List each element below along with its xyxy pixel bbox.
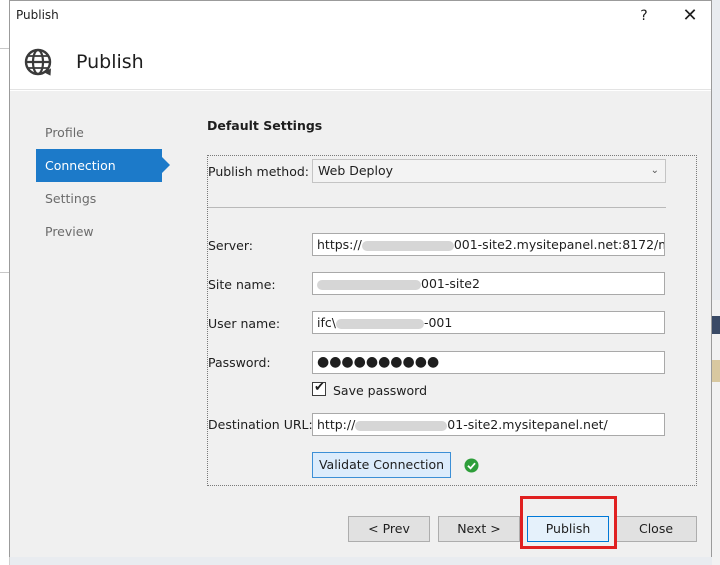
connection-settings-group: Publish method: Web Deploy ⌄ Server: htt… [207, 155, 697, 486]
dialog-body: Profile Connection Settings Preview Defa… [10, 91, 711, 557]
publish-dialog: Publish ? ✕ Publish Profile Connection S… [9, 0, 712, 557]
checkmark-icon: ✔ [314, 380, 325, 395]
close-icon: ✕ [682, 5, 698, 26]
redacted-text [361, 240, 454, 251]
close-window-button[interactable]: ✕ [678, 5, 702, 27]
divider [208, 207, 666, 208]
validate-connection-button[interactable]: Validate Connection [312, 452, 451, 478]
user-name-prefix: ifc\ [317, 315, 336, 330]
site-name-suffix: 001-site2 [421, 276, 480, 291]
save-password-label[interactable]: Save password [333, 383, 427, 398]
window-title: Publish [16, 8, 59, 22]
redacted-text [355, 420, 448, 431]
section-title: Default Settings [207, 118, 323, 133]
server-input[interactable]: https:// 001-site2.mysitepanel.net:8172/m… [312, 233, 665, 256]
background-fragment [712, 316, 720, 334]
site-name-label: Site name: [208, 277, 276, 292]
background-fragment [712, 360, 720, 382]
prev-button[interactable]: < Prev [348, 516, 430, 542]
redacted-text [317, 279, 421, 290]
success-check-icon [464, 458, 479, 473]
help-button[interactable]: ? [632, 5, 656, 27]
destination-url-input[interactable]: http:// 01-site2.mysitepanel.net/ [312, 413, 665, 436]
dialog-header: Publish [10, 32, 711, 90]
title-bar: Publish ? ✕ [10, 1, 711, 32]
password-value: ●●●●●●●●●● [317, 354, 440, 370]
globe-icon [24, 48, 52, 76]
password-field[interactable]: ●●●●●●●●●● [312, 351, 665, 374]
server-label: Server: [208, 238, 253, 253]
nav-item-label: Connection [45, 158, 116, 173]
page-title: Publish [76, 51, 144, 73]
nav-item-settings[interactable]: Settings [36, 182, 176, 215]
publish-method-value: Web Deploy [318, 163, 393, 178]
nav-item-label: Preview [45, 224, 94, 239]
chevron-down-icon: ⌄ [650, 165, 659, 176]
wizard-nav: Profile Connection Settings Preview [36, 116, 176, 248]
user-name-input[interactable]: ifc\ -001 [312, 311, 665, 334]
publish-method-label: Publish method: [208, 164, 310, 179]
server-prefix: https:// [317, 237, 362, 252]
destination-url-suffix: 01-site2.mysitepanel.net/ [447, 417, 608, 432]
server-suffix: 001-site2.mysitepanel.net:8172/msdep [453, 237, 664, 252]
site-name-input[interactable]: 001-site2 [312, 272, 665, 295]
publish-button[interactable]: Publish [527, 516, 609, 542]
background-window-right [712, 300, 720, 565]
redacted-text [335, 318, 424, 329]
user-name-label: User name: [208, 316, 281, 331]
nav-item-label: Profile [45, 125, 84, 140]
close-button[interactable]: Close [615, 516, 697, 542]
publish-method-select[interactable]: Web Deploy ⌄ [312, 159, 666, 183]
nav-item-profile[interactable]: Profile [36, 116, 176, 149]
nav-item-connection[interactable]: Connection [36, 149, 170, 182]
nav-item-preview[interactable]: Preview [36, 215, 176, 248]
next-button[interactable]: Next > [438, 516, 520, 542]
user-name-suffix: -001 [423, 315, 453, 330]
destination-url-prefix: http:// [317, 417, 356, 432]
nav-item-label: Settings [45, 191, 97, 206]
save-password-checkbox[interactable]: ✔ [312, 380, 326, 396]
destination-url-label: Destination URL: [208, 417, 313, 432]
password-label: Password: [208, 355, 271, 370]
